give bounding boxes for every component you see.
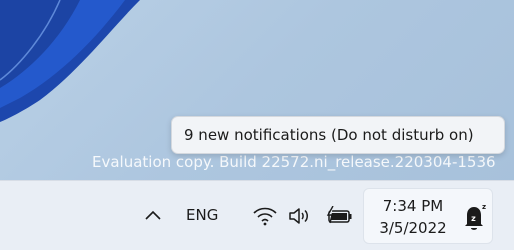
volume-button[interactable]	[287, 203, 313, 229]
clock-text: 7:34 PM 3/5/2022	[376, 195, 450, 239]
clock-date: 3/5/2022	[379, 219, 447, 237]
battery-button[interactable]	[325, 203, 353, 229]
show-hidden-icons-button[interactable]	[140, 201, 166, 229]
notification-tooltip: 9 new notifications (Do not disturb on)	[171, 116, 505, 154]
input-language-button[interactable]: ENG	[186, 203, 218, 227]
bell-snooze-icon: z z	[465, 203, 486, 230]
wallpaper-bloom	[0, 0, 140, 122]
bell-badge-letter: z	[471, 214, 476, 223]
chevron-up-icon	[145, 210, 161, 220]
wifi-icon	[253, 207, 277, 226]
network-button[interactable]	[252, 203, 278, 229]
taskbar: ENG 7:34 PM 3/5/2022 z z	[0, 180, 514, 250]
volume-icon	[289, 208, 308, 224]
bell-badge-small: z	[482, 203, 486, 211]
tooltip-text: 9 new notifications (Do not disturb on)	[184, 126, 474, 144]
language-label: ENG	[186, 206, 219, 224]
clock-button[interactable]: 7:34 PM 3/5/2022 z z	[363, 188, 493, 244]
clock-time: 7:34 PM	[382, 197, 444, 215]
battery-charging-icon	[326, 206, 352, 224]
evaluation-watermark: Evaluation copy. Build 22572.ni_release.…	[92, 153, 496, 171]
